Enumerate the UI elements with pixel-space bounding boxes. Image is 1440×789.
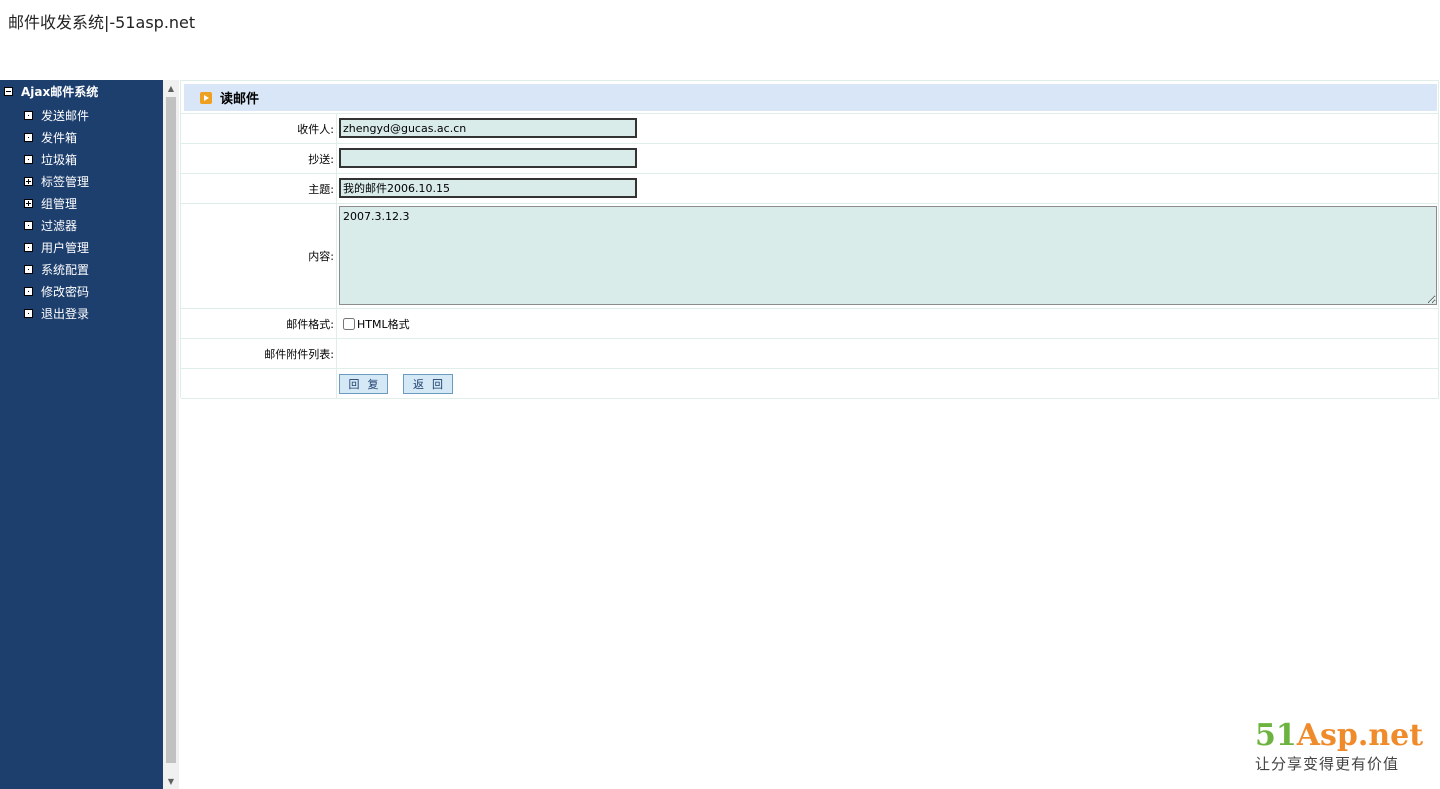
play-icon xyxy=(200,91,212,104)
page-title: 邮件收发系统|-51asp.net xyxy=(8,13,196,32)
sidebar-item-label[interactable]: 修改密码 xyxy=(41,283,89,300)
tree-root-label[interactable]: Ajax邮件系统 xyxy=(21,83,98,100)
scroll-up-icon[interactable]: ▲ xyxy=(163,80,179,96)
to-field[interactable] xyxy=(339,118,637,138)
sidebar-item-label[interactable]: 系统配置 xyxy=(41,261,89,278)
logo-wordmark: 51Asp.net xyxy=(1255,719,1425,753)
html-format-label[interactable]: HTML格式 xyxy=(357,316,410,332)
to-label: 收件人: xyxy=(181,114,337,143)
attachments-label: 邮件附件列表: xyxy=(181,339,337,368)
sidebar-item-outbox[interactable]: 发件箱 xyxy=(24,126,89,148)
back-button[interactable]: 返回 xyxy=(403,374,453,394)
subject-row: 主题: xyxy=(181,173,1439,203)
sidebar: Ajax邮件系统 发送邮件 发件箱 垃圾箱 标签管理 组管理 过滤器 用户管理 … xyxy=(0,80,163,789)
node-icon xyxy=(24,242,33,252)
node-icon xyxy=(24,308,33,318)
sidebar-item-logout[interactable]: 退出登录 xyxy=(24,302,89,324)
sidebar-item-password[interactable]: 修改密码 xyxy=(24,280,89,302)
subject-field[interactable] xyxy=(339,178,637,198)
sidebar-item-label[interactable]: 发送邮件 xyxy=(41,107,89,124)
sidebar-item-filters[interactable]: 过滤器 xyxy=(24,214,89,236)
sidebar-item-label[interactable]: 发件箱 xyxy=(41,129,77,146)
cc-label: 抄送: xyxy=(181,144,337,173)
sidebar-item-label[interactable]: 退出登录 xyxy=(41,305,89,322)
read-mail-panel: 读邮件 收件人: 抄送: 主题: 内容: 2007.3.12.3 邮件格式: H… xyxy=(180,80,1439,399)
node-icon xyxy=(24,264,33,274)
node-icon xyxy=(24,132,33,142)
node-icon xyxy=(24,154,33,164)
panel-header: 读邮件 xyxy=(184,84,1437,111)
expand-icon[interactable] xyxy=(24,198,33,208)
to-row: 收件人: xyxy=(181,113,1439,143)
panel-title: 读邮件 xyxy=(220,92,260,107)
node-icon xyxy=(24,286,33,296)
sidebar-scrollbar[interactable]: ▲ ▼ xyxy=(163,80,179,789)
content-row: 内容: 2007.3.12.3 xyxy=(181,203,1439,308)
reply-button[interactable]: 回复 xyxy=(339,374,388,394)
logo-name: Asp.net xyxy=(1296,718,1424,753)
sidebar-item-label[interactable]: 垃圾箱 xyxy=(41,151,77,168)
cc-row: 抄送: xyxy=(181,143,1439,173)
node-icon xyxy=(24,220,33,230)
format-row: 邮件格式: HTML格式 xyxy=(181,308,1439,338)
subject-label: 主题: xyxy=(181,174,337,203)
html-format-checkbox[interactable] xyxy=(343,317,355,330)
attachments-list xyxy=(338,339,1439,368)
sidebar-item-send-mail[interactable]: 发送邮件 xyxy=(24,104,89,126)
sidebar-item-label[interactable]: 用户管理 xyxy=(41,239,89,256)
html-format-option[interactable]: HTML格式 xyxy=(343,309,410,338)
logo-slogan: 让分享变得更有价值 xyxy=(1255,755,1400,773)
sidebar-item-tags[interactable]: 标签管理 xyxy=(24,170,89,192)
actions-row: 回复 返回 xyxy=(181,368,1439,399)
sidebar-item-trash[interactable]: 垃圾箱 xyxy=(24,148,89,170)
sidebar-item-groups[interactable]: 组管理 xyxy=(24,192,89,214)
sidebar-item-settings[interactable]: 系统配置 xyxy=(24,258,89,280)
sidebar-menu: 发送邮件 发件箱 垃圾箱 标签管理 组管理 过滤器 用户管理 系统配置 修改密码… xyxy=(24,104,89,324)
site-logo: 51Asp.net 让分享变得更有价值 xyxy=(1255,719,1425,774)
sidebar-item-label[interactable]: 组管理 xyxy=(41,195,77,212)
scroll-down-icon[interactable]: ▼ xyxy=(163,773,179,789)
sidebar-item-label[interactable]: 过滤器 xyxy=(41,217,77,234)
node-icon xyxy=(24,110,33,120)
cc-field[interactable] xyxy=(339,148,637,168)
logo-number: 51 xyxy=(1255,718,1297,753)
content-label: 内容: xyxy=(181,204,337,308)
sidebar-item-users[interactable]: 用户管理 xyxy=(24,236,89,258)
collapse-icon[interactable] xyxy=(4,86,13,96)
expand-icon[interactable] xyxy=(24,176,33,186)
scroll-thumb[interactable] xyxy=(166,97,176,763)
attachments-row: 邮件附件列表: xyxy=(181,338,1439,368)
tree-root[interactable]: Ajax邮件系统 xyxy=(4,83,98,99)
content-textarea[interactable]: 2007.3.12.3 xyxy=(339,206,1437,305)
format-label: 邮件格式: xyxy=(181,309,337,338)
actions-label-cell xyxy=(181,369,337,398)
sidebar-item-label[interactable]: 标签管理 xyxy=(41,173,89,190)
